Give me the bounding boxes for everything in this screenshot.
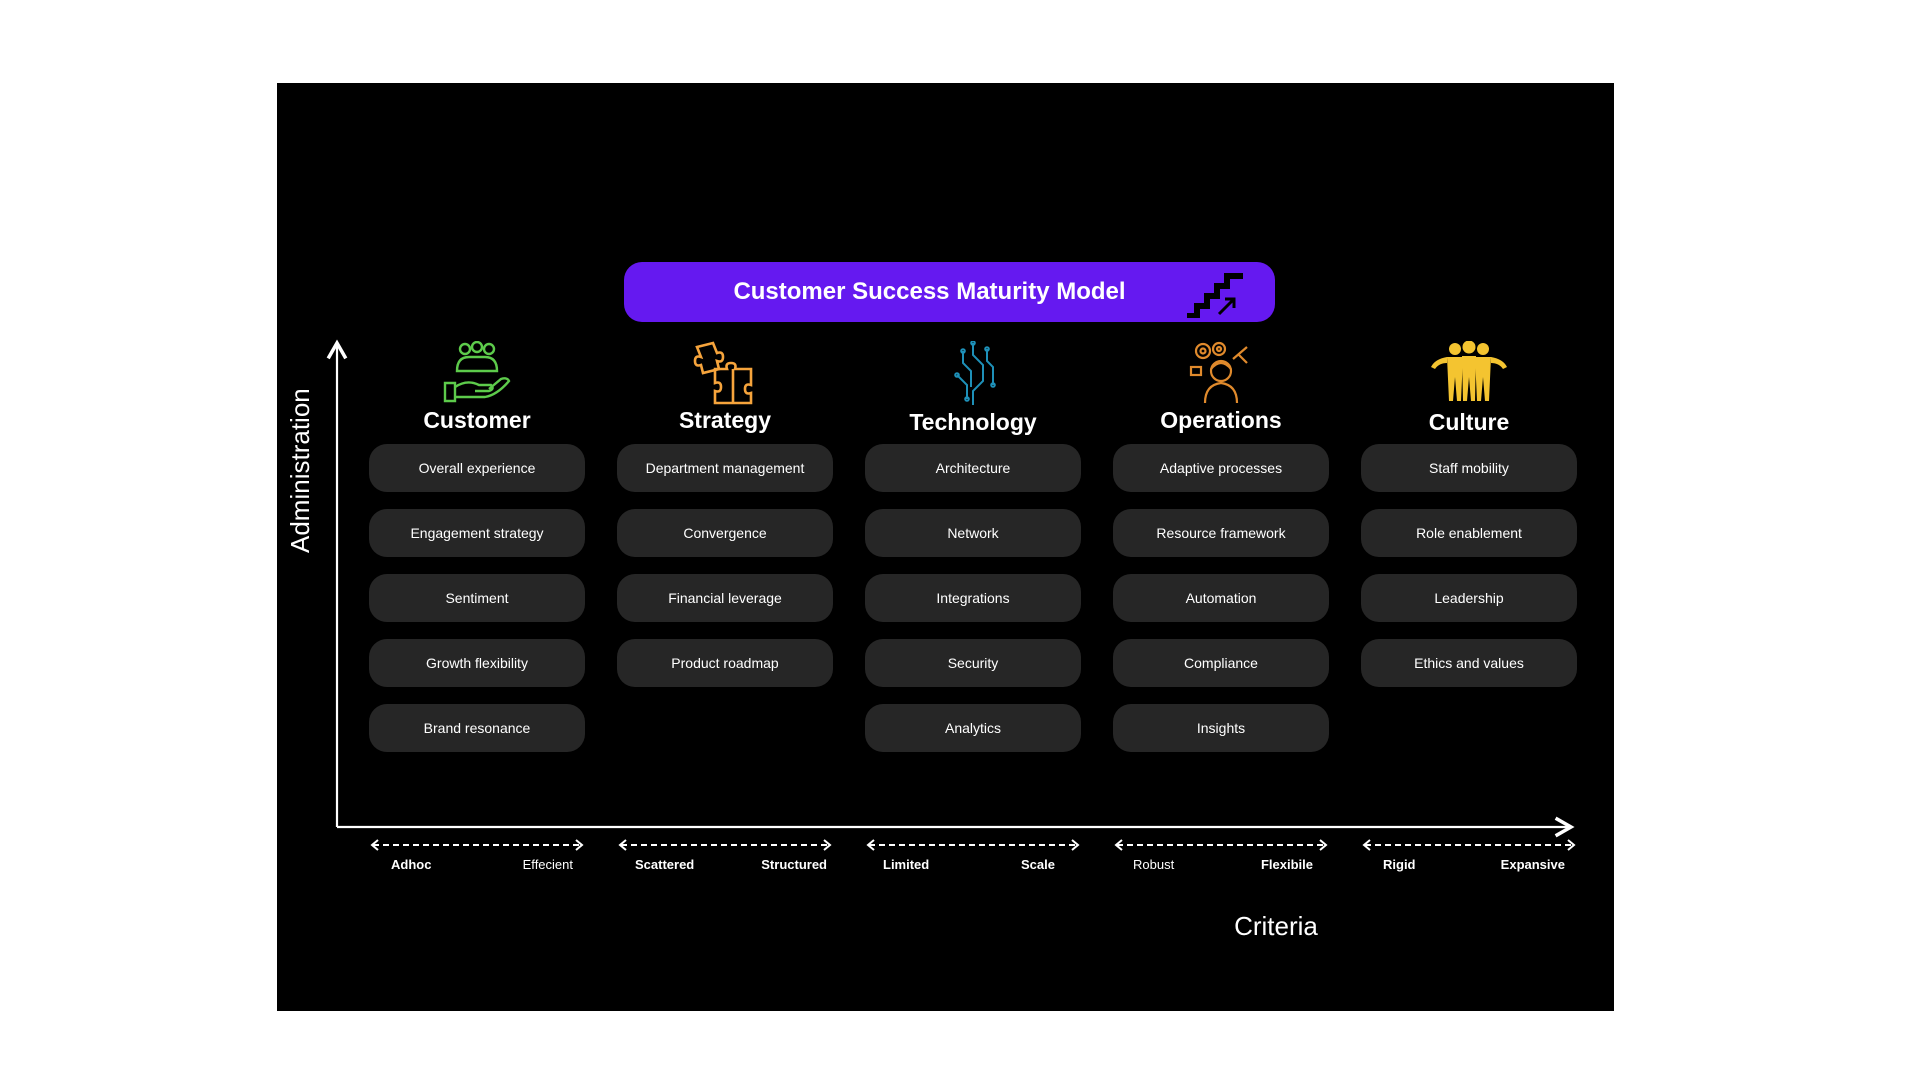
team-icon [1361, 341, 1577, 407]
column-title: Strategy [678, 407, 772, 433]
scale-low-label: Limited [883, 857, 930, 872]
item-pill: Overall experience [369, 444, 585, 492]
item-pill: Automation [1113, 574, 1329, 622]
item-pill: Engagement strategy [369, 509, 585, 557]
item-pill: Growth flexibility [369, 639, 585, 687]
scale-high-label: Scale [1021, 857, 1055, 872]
column-title: Culture [1428, 409, 1510, 435]
item-pill: Ethics and values [1361, 639, 1577, 687]
item-pill: Department management [617, 444, 833, 492]
criteria-scale: Scattered Structured [617, 838, 833, 872]
title-banner: Customer Success Maturity Model [624, 262, 1275, 322]
item-pill: Leadership [1361, 574, 1577, 622]
scale-high-label: Effecient [522, 857, 573, 872]
item-pill: Resource framework [1113, 509, 1329, 557]
stairs-growth-icon [1185, 268, 1249, 323]
column-title: Customer [423, 407, 531, 433]
item-pill: Convergence [617, 509, 833, 557]
item-pill: Security [865, 639, 1081, 687]
scale-high-label: Expansive [1500, 857, 1565, 872]
scale-low-label: Rigid [1383, 857, 1416, 872]
item-pill: Financial leverage [617, 574, 833, 622]
scale-high-label: Structured [761, 857, 827, 872]
scale-high-label: Flexibile [1260, 857, 1313, 872]
circuit-icon [865, 341, 1081, 407]
scale-low-label: Scattered [635, 857, 695, 872]
operator-gears-icon [1113, 341, 1329, 407]
item-pill: Role enablement [1361, 509, 1577, 557]
hand-people-icon [369, 341, 585, 407]
item-pill: Staff mobility [1361, 444, 1577, 492]
item-pill: Compliance [1113, 639, 1329, 687]
page-title: Customer Success Maturity Model [733, 278, 1126, 305]
criteria-scale: Rigid Expansive [1361, 838, 1577, 872]
criteria-scale: Adhoc Effecient [369, 838, 585, 872]
column-title: Operations [1160, 407, 1282, 433]
item-pill: Insights [1113, 704, 1329, 752]
item-pill: Network [865, 509, 1081, 557]
item-pill: Brand resonance [369, 704, 585, 752]
x-axis-label: Criteria [1234, 911, 1318, 941]
item-pill: Integrations [865, 574, 1081, 622]
y-axis-label: Administration [285, 388, 315, 553]
scale-low-label: Adhoc [391, 857, 432, 872]
scale-low-label: Robust [1133, 857, 1175, 872]
item-pill: Sentiment [369, 574, 585, 622]
column-title: Technology [909, 409, 1037, 435]
puzzle-icon [617, 341, 833, 407]
item-pill: Architecture [865, 444, 1081, 492]
item-pill: Adaptive processes [1113, 444, 1329, 492]
slide-canvas: Administration Criteria Customer Success… [277, 83, 1614, 1011]
item-pill: Product roadmap [617, 639, 833, 687]
criteria-scale: Robust Flexibile [1113, 838, 1329, 872]
item-pill: Analytics [865, 704, 1081, 752]
criteria-scale: Limited Scale [865, 838, 1081, 872]
